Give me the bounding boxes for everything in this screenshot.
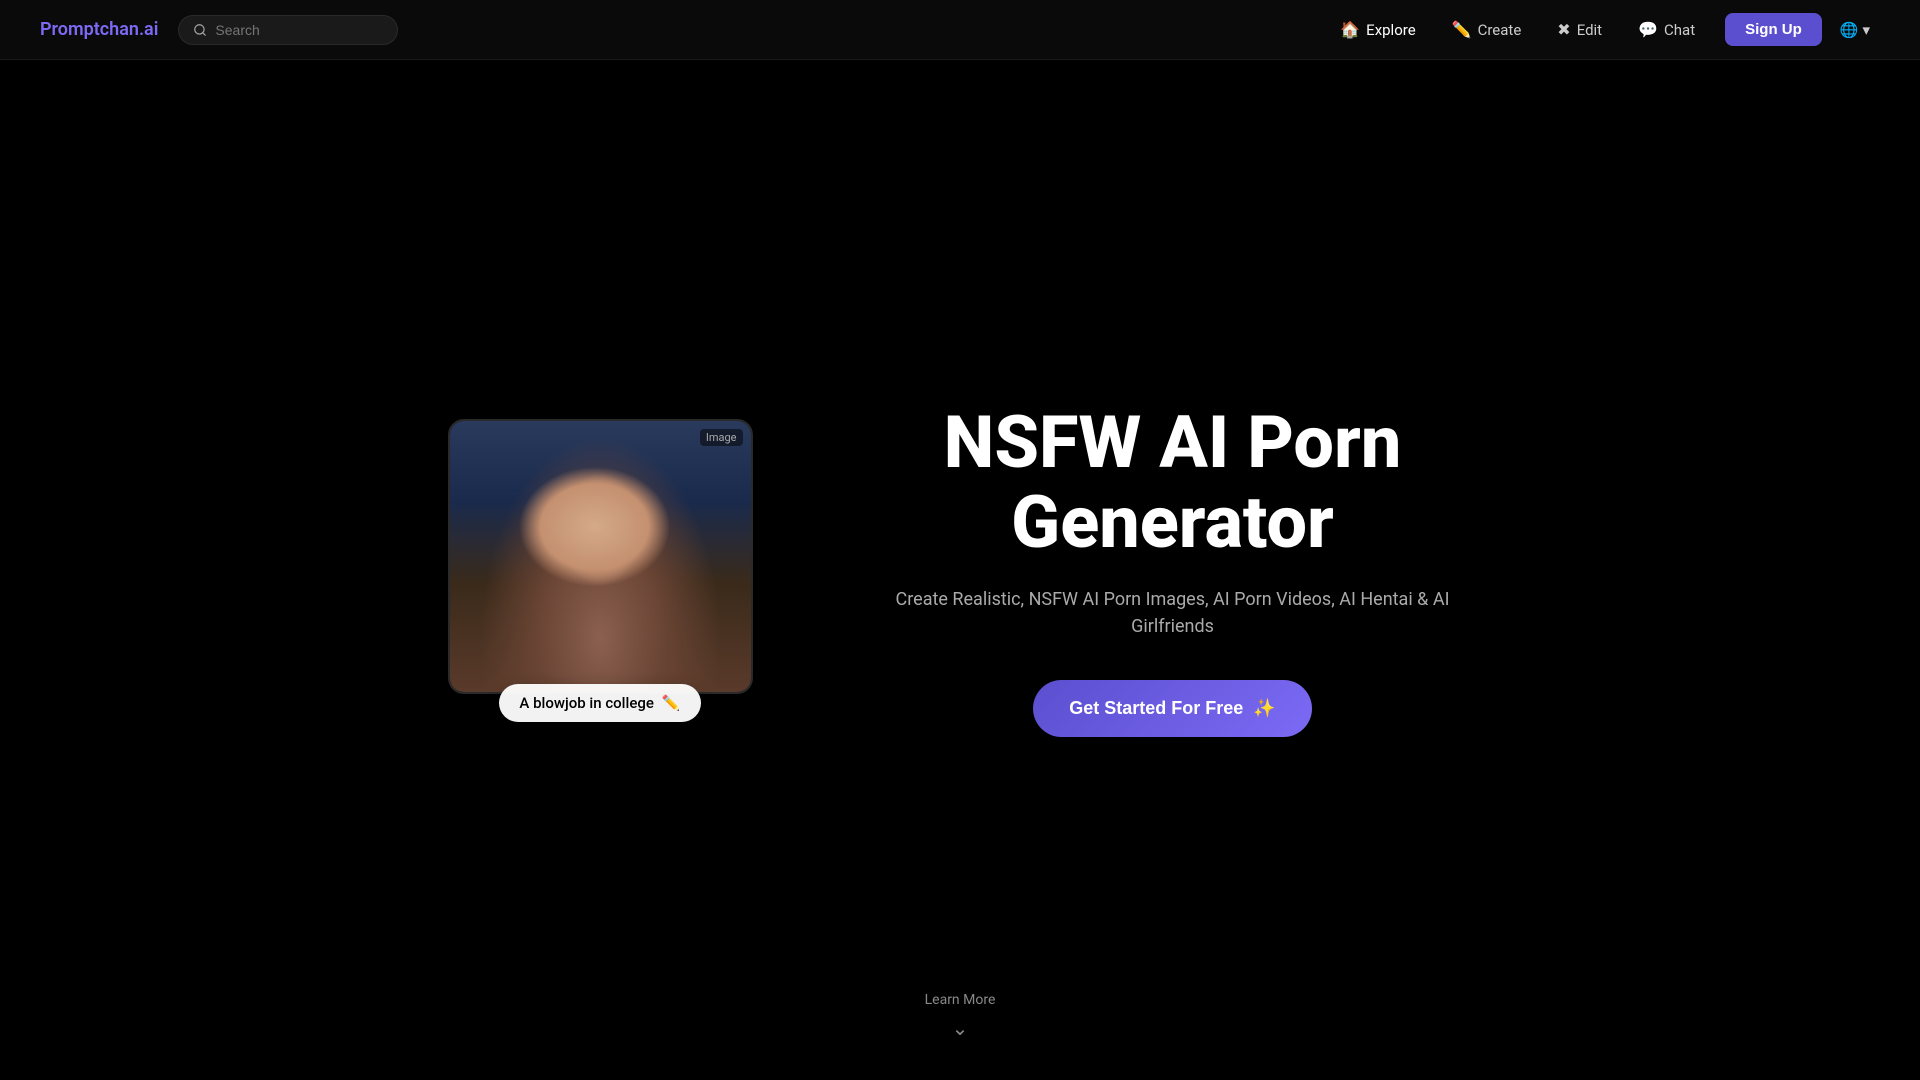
nav-item-chat[interactable]: 💬 Chat — [1624, 12, 1709, 47]
image-prompt-label: A blowjob in college ✏️ — [499, 684, 700, 722]
logo[interactable]: Promptchan.ai — [40, 19, 158, 40]
hero-section: Image A blowjob in college ✏️ NSFW AI Po… — [0, 60, 1920, 1080]
learn-more-section[interactable]: Learn More ⌄ — [925, 992, 996, 1040]
cta-icon: ✨ — [1253, 698, 1275, 719]
search-input[interactable] — [215, 22, 383, 38]
chat-icon: 💬 — [1638, 20, 1658, 39]
search-icon — [193, 23, 207, 37]
hero-title: NSFW AI Porn Generator — [873, 403, 1473, 561]
nav-label-chat: Chat — [1664, 21, 1695, 39]
search-bar[interactable] — [178, 15, 398, 45]
create-icon: ✏️ — [1452, 20, 1472, 39]
image-prompt-icon: ✏️ — [662, 694, 681, 712]
nav-label-edit: Edit — [1577, 21, 1602, 39]
hero-text: NSFW AI Porn Generator Create Realistic,… — [873, 403, 1473, 736]
nav-item-explore[interactable]: 🏠 Explore — [1326, 12, 1429, 47]
nav-item-create[interactable]: ✏️ Create — [1438, 12, 1536, 47]
cta-button[interactable]: Get Started For Free ✨ — [1033, 680, 1311, 737]
nav-label-create: Create — [1478, 21, 1522, 39]
edit-icon: ✖ — [1557, 20, 1570, 39]
image-prompt-text: A blowjob in college — [519, 694, 653, 712]
globe-icon: 🌐 — [1840, 21, 1859, 39]
nav-label-explore: Explore — [1366, 21, 1416, 39]
explore-icon: 🏠 — [1340, 20, 1360, 39]
image-card: Image — [448, 419, 753, 694]
logo-suffix: .ai — [139, 19, 158, 40]
hero-title-line2: Generator — [1011, 480, 1334, 565]
nav-item-edit[interactable]: ✖ Edit — [1543, 12, 1616, 47]
cta-label: Get Started For Free — [1069, 698, 1243, 719]
navbar-right: 🏠 Explore ✏️ Create ✖ Edit 💬 Chat Sign U… — [1326, 12, 1880, 47]
learn-more-label: Learn More — [925, 992, 996, 1008]
signup-button[interactable]: Sign Up — [1725, 13, 1822, 46]
globe-button[interactable]: 🌐 ▾ — [1830, 13, 1880, 47]
chevron-down-icon: ⌄ — [952, 1016, 969, 1040]
navbar: Promptchan.ai 🏠 Explore ✏️ Create ✖ Edit… — [0, 0, 1920, 60]
globe-chevron: ▾ — [1862, 21, 1870, 39]
image-type-tag: Image — [700, 429, 743, 446]
hero-image — [450, 421, 751, 692]
logo-text: Promptchan — [40, 19, 139, 40]
navbar-left: Promptchan.ai — [40, 15, 398, 45]
hero-title-line1: NSFW AI Porn — [944, 400, 1402, 485]
image-card-container: Image A blowjob in college ✏️ — [448, 419, 753, 722]
hero-subtitle: Create Realistic, NSFW AI Porn Images, A… — [873, 586, 1473, 640]
